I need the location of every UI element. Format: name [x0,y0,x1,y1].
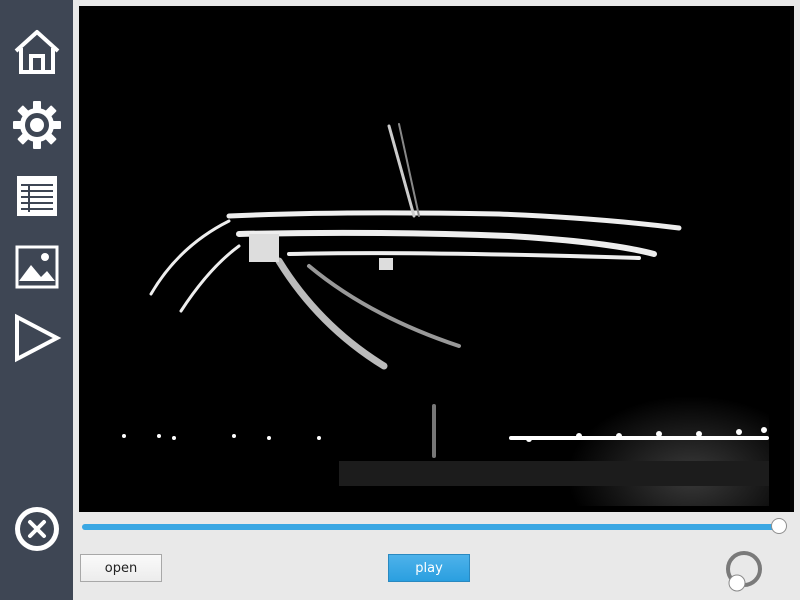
play-nav-button[interactable] [10,311,64,365]
play-icon [15,313,62,363]
home-button[interactable] [10,25,64,79]
volume-knob[interactable] [722,548,766,592]
image-button[interactable] [10,240,64,294]
sidebar [0,0,73,600]
gear-icon [13,101,61,149]
list-icon [17,176,57,216]
progress-track[interactable] [82,518,787,534]
video-viewer[interactable] [79,6,794,512]
image-icon [15,245,59,289]
video-frame [79,6,794,512]
list-button[interactable] [10,169,64,223]
progress-handle[interactable] [770,518,787,534]
close-icon [15,507,59,551]
volume-knob-icon [726,551,762,592]
home-icon [14,30,60,74]
close-button[interactable] [10,502,64,556]
settings-button[interactable] [10,98,64,152]
play-button[interactable]: play [388,554,470,582]
progress-fill [82,524,779,530]
open-button[interactable]: open [80,554,162,582]
